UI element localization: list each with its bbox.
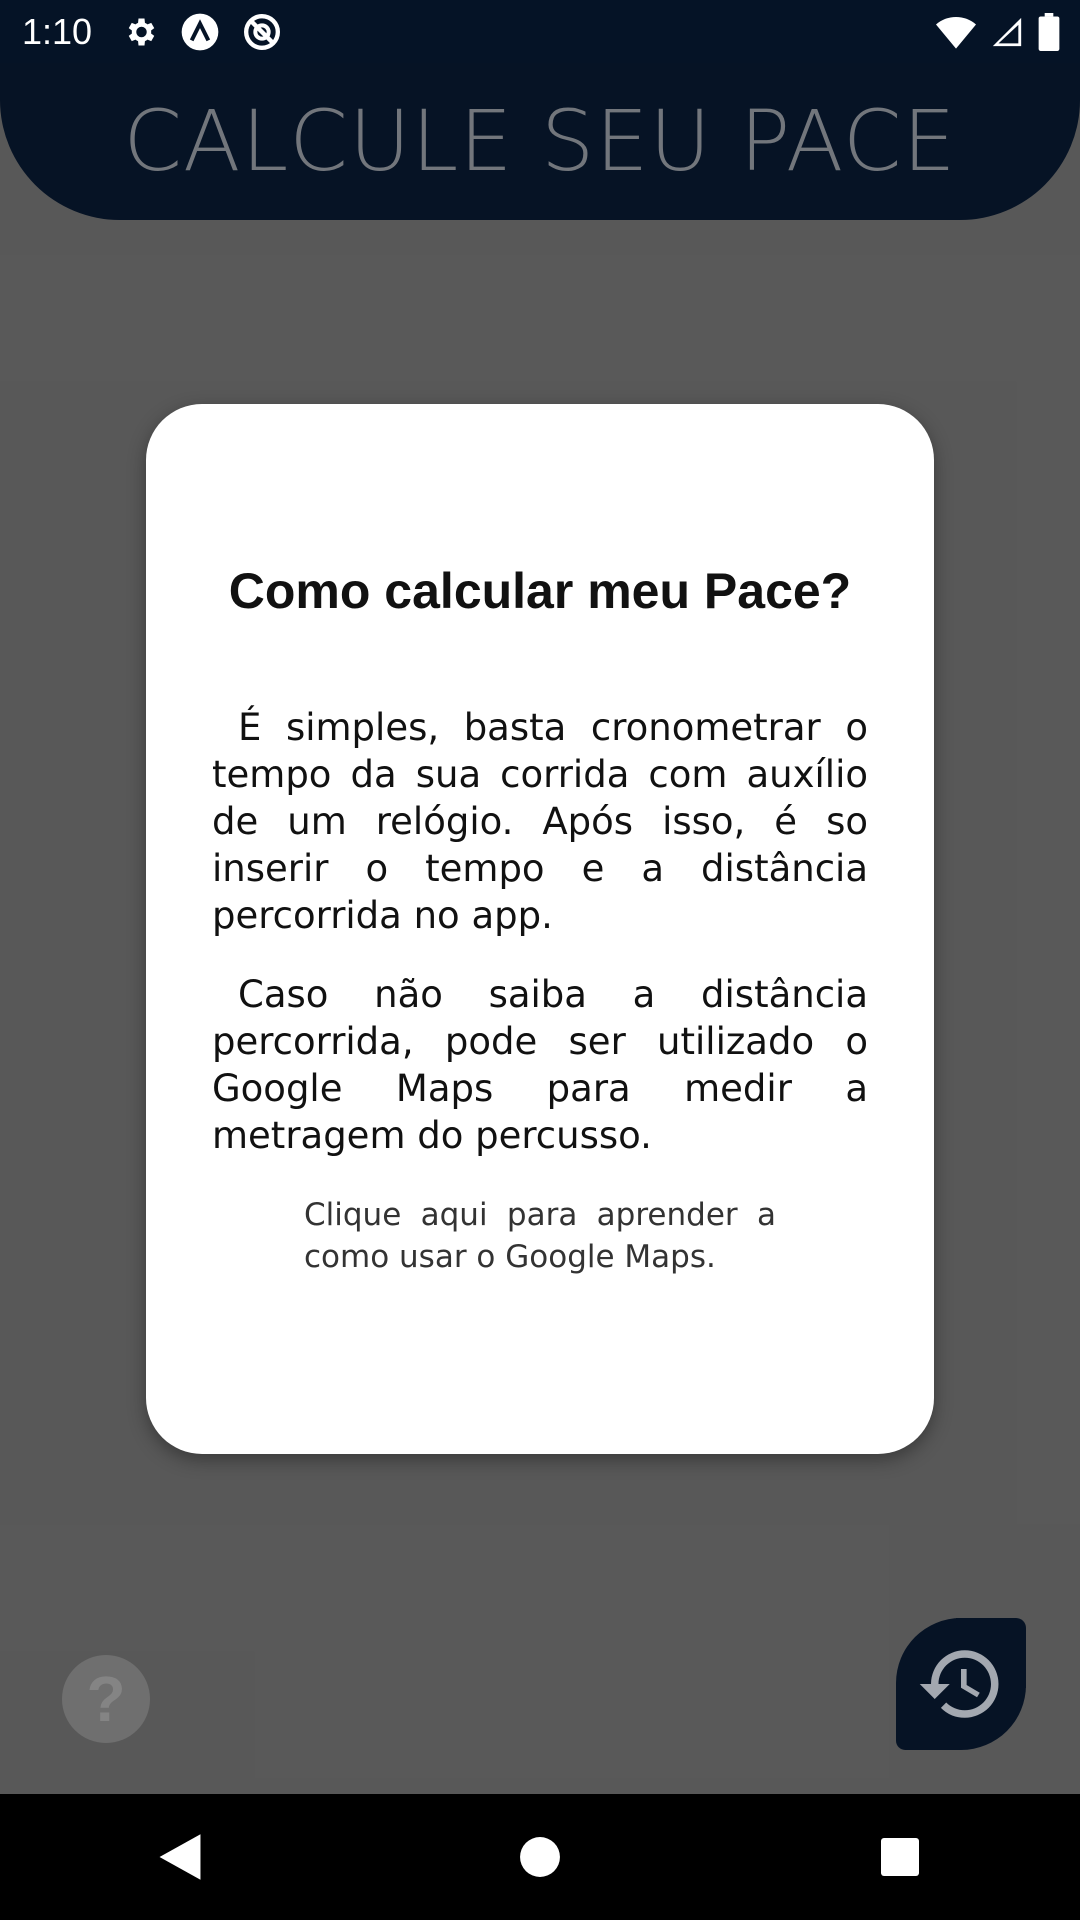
status-bar: 1:10 xyxy=(0,0,1080,63)
home-button[interactable] xyxy=(480,1807,600,1907)
dialog-body: É simples, basta cronometrar o tempo da … xyxy=(212,704,868,1191)
recents-button[interactable] xyxy=(840,1807,960,1907)
battery-icon xyxy=(1038,12,1060,51)
no-disturb-icon xyxy=(244,13,281,50)
google-maps-tutorial-link[interactable]: Clique aqui para aprender a como usar o … xyxy=(304,1194,776,1278)
help-dialog: Como calcular meu Pace? É simples, basta… xyxy=(146,404,934,1454)
settings-icon xyxy=(128,18,155,45)
back-icon xyxy=(159,1834,201,1880)
wifi-icon xyxy=(936,16,976,49)
status-time: 1:10 xyxy=(22,10,93,52)
signal-icon xyxy=(992,17,1022,46)
history-icon xyxy=(919,1650,999,1718)
back-button[interactable] xyxy=(120,1807,240,1907)
recents-icon xyxy=(881,1838,919,1876)
dialog-paragraph-1: É simples, basta cronometrar o tempo da … xyxy=(212,706,868,937)
home-icon xyxy=(520,1837,560,1877)
navigation-bar xyxy=(0,1794,1080,1920)
app-notification-icon xyxy=(181,13,219,50)
dialog-paragraph-2: Caso não saiba a distância percorrida, p… xyxy=(212,973,868,1157)
dialog-title: Como calcular meu Pace? xyxy=(228,563,852,619)
